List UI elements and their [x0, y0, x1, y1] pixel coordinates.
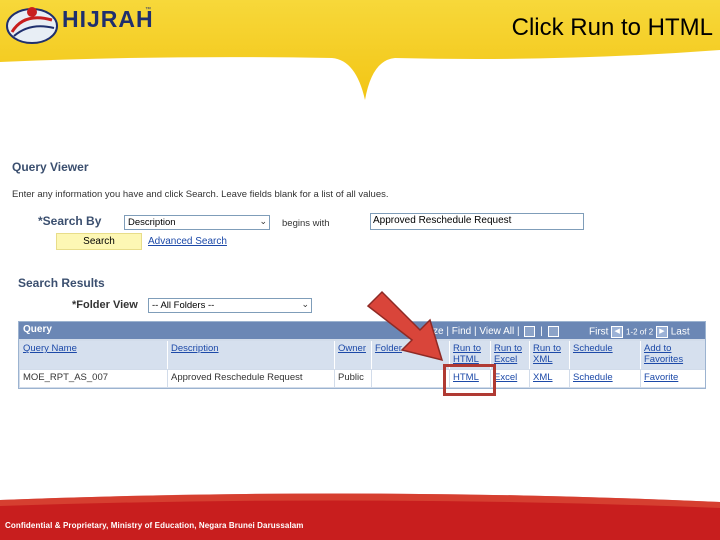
cell-folder	[372, 370, 450, 387]
search-by-select[interactable]: Description ⌄	[124, 215, 270, 230]
folder-view-label: *Folder View	[72, 299, 138, 311]
search-button[interactable]: Search	[56, 233, 142, 250]
instructions-text: Enter any information you have and click…	[12, 189, 389, 200]
cell-query-name: MOE_RPT_AS_007	[20, 370, 168, 387]
operator-label: begins with	[282, 218, 330, 229]
find-link[interactable]: Find	[452, 326, 471, 337]
logo-text: HIJRAH	[62, 6, 154, 32]
add-favorite-link[interactable]: Favorite	[641, 370, 705, 387]
grid-pagination: First ◀ 1-2 of 2 ▶ Last	[589, 326, 690, 338]
footer-text: Confidential & Proprietary, Ministry of …	[5, 521, 304, 530]
hijrah-logo: HIJRAH ™	[4, 2, 154, 46]
last-link[interactable]: Last	[671, 327, 690, 338]
grid-title: Query	[23, 324, 52, 335]
row-count: 1-2 of 2	[626, 327, 654, 337]
col-header-description[interactable]: Description	[168, 341, 335, 369]
bottom-banner	[0, 493, 720, 540]
prev-arrow-icon[interactable]: ◀	[611, 326, 624, 338]
chevron-down-icon: ⌄	[301, 299, 309, 309]
col-header-schedule: Schedule	[570, 341, 641, 369]
first-link[interactable]: First	[589, 327, 608, 338]
folder-view-select[interactable]: -- All Folders -- ⌄	[148, 298, 312, 313]
logo-trademark: ™	[145, 7, 151, 13]
slide-title: Click Run to HTML	[511, 14, 713, 41]
cell-owner: Public	[335, 370, 372, 387]
run-to-xml-link[interactable]: XML	[530, 370, 570, 387]
view-all-link[interactable]: View All	[479, 326, 514, 337]
col-header-query-name[interactable]: Query Name	[20, 341, 168, 369]
col-header-run-xml: Run to XML	[530, 341, 570, 369]
advanced-search-link[interactable]: Advanced Search	[148, 236, 227, 247]
download-icon[interactable]	[524, 326, 536, 337]
search-by-value: Description	[128, 217, 176, 228]
grid-icon[interactable]	[547, 326, 559, 337]
cell-description: Approved Reschedule Request	[168, 370, 335, 387]
chevron-down-icon: ⌄	[259, 216, 267, 226]
col-header-add-favorites: Add to Favorites	[641, 341, 705, 369]
logo-emblem-icon	[6, 7, 58, 44]
schedule-link[interactable]: Schedule	[570, 370, 641, 387]
pointer-arrow-icon	[366, 290, 444, 362]
search-by-label: *Search By	[38, 214, 102, 228]
next-arrow-icon[interactable]: ▶	[655, 326, 668, 338]
col-header-run-excel: Run to Excel	[491, 341, 530, 369]
highlight-box	[443, 364, 496, 396]
search-text-input[interactable]: Approved Reschedule Request	[370, 213, 584, 230]
run-to-excel-link[interactable]: Excel	[491, 370, 530, 387]
search-results-title: Search Results	[18, 276, 105, 290]
folder-view-value: -- All Folders --	[152, 300, 215, 311]
page-title: Query Viewer	[12, 160, 89, 174]
